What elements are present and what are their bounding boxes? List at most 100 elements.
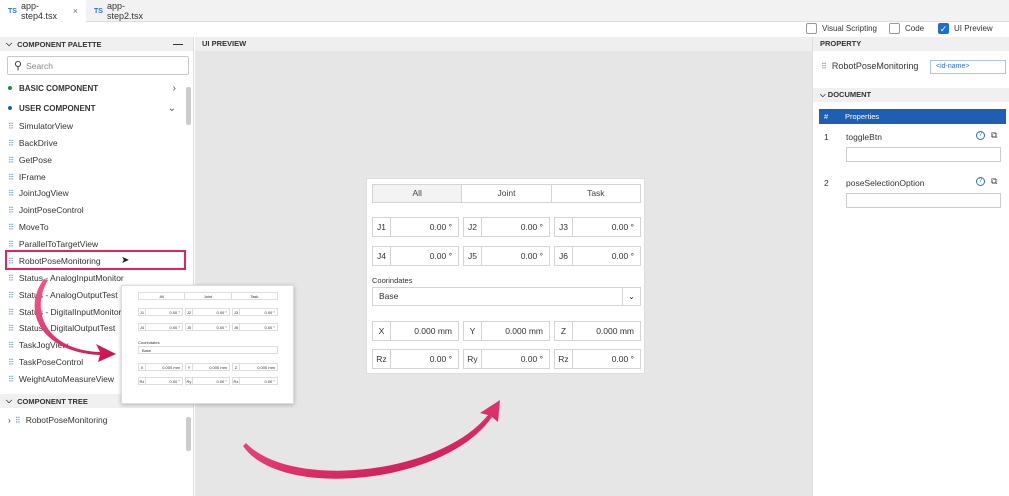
thumb-field-label: Ry <box>186 378 193 384</box>
drag-handle-icon[interactable]: ⠿ <box>8 274 14 283</box>
joint-field-j1[interactable]: J1 0.00 ° <box>372 217 459 237</box>
thumb-field-value: 0.000 mm <box>162 365 180 370</box>
ui-preview-label: UI Preview <box>954 24 993 33</box>
list-item[interactable]: ⠿ Status - AnalogOutputTest <box>8 287 118 303</box>
thumb-field: J6 0.00 ° <box>232 323 278 331</box>
drag-handle-icon[interactable]: ⠿ <box>8 206 14 215</box>
drag-handle-icon[interactable]: ⠿ <box>8 308 14 317</box>
thumb-field: J4 0.00 ° <box>138 323 183 331</box>
task-field-z[interactable]: Z 0.000 mm <box>554 321 641 341</box>
drag-handle-icon[interactable]: ⠿ <box>15 416 21 425</box>
thumb-field-value: 0.000 mm <box>257 365 275 370</box>
user-component-group[interactable]: USER COMPONENT ⌄ <box>0 99 185 117</box>
checkbox[interactable] <box>806 23 817 34</box>
thumb-field: Z 0.000 mm <box>232 363 278 371</box>
drag-handle-icon[interactable]: ⠿ <box>8 291 14 300</box>
task-field-x[interactable]: X 0.000 mm <box>372 321 459 341</box>
segment-task[interactable]: Task <box>552 185 640 202</box>
field-label: Y <box>464 322 482 340</box>
drag-handle-icon[interactable]: ⠿ <box>8 139 14 148</box>
list-item[interactable]: ⠿ Status - AnalogInputMonitor <box>8 270 124 286</box>
visual-scripting-toggle[interactable]: Visual Scripting <box>806 23 877 34</box>
ui-preview-canvas: UI PREVIEW All Joint Task J1 0.00 ° J2 0.0… <box>195 37 812 496</box>
close-icon[interactable]: × <box>73 6 78 16</box>
field-value: 0.00 ° <box>429 354 452 364</box>
task-field-y[interactable]: Y 0.000 mm <box>463 321 550 341</box>
collapse-icon[interactable]: — <box>173 39 183 50</box>
joint-field-j4[interactable]: J4 0.00 ° <box>372 246 459 266</box>
drag-handle-icon[interactable]: ⠿ <box>8 324 14 333</box>
list-item[interactable]: ⠿ WeightAutoMeasureView <box>8 371 114 387</box>
field-label: J2 <box>464 218 482 236</box>
list-item[interactable]: ⠿ JointPoseControl <box>8 202 84 218</box>
list-item[interactable]: ⠿ IFrame <box>8 169 46 185</box>
typescript-icon: TS <box>8 7 17 15</box>
coordinates-select[interactable]: Base ⌄ <box>372 287 641 306</box>
list-item[interactable]: ⠿ GetPose <box>8 152 52 168</box>
mouse-cursor-icon: ➤ <box>121 255 130 266</box>
checkbox-checked[interactable]: ✓ <box>938 23 949 34</box>
basic-component-group[interactable]: BASIC COMPONENT › <box>0 79 185 97</box>
id-name-input[interactable]: <id-name> <box>930 60 1006 74</box>
drag-handle-icon[interactable]: ⠿ <box>8 375 14 384</box>
component-name: ⠿ RobotPoseMonitoring <box>821 61 918 71</box>
help-icon[interactable]: ? <box>976 177 985 186</box>
task-field-rz[interactable]: Rz 0.00 ° <box>372 349 459 369</box>
drag-preview-thumbnail: All Joint Task J1 0.00 ° J2 0.00 ° J3 0.00 … <box>121 285 294 404</box>
drag-handle-icon[interactable]: ⠿ <box>8 173 14 182</box>
item-label: WeightAutoMeasureView <box>18 374 114 384</box>
copy-icon[interactable]: ⧉ <box>991 130 997 141</box>
field-value: 0.00 ° <box>429 222 452 232</box>
tab-app-step4[interactable]: TS app-step4.tsx × <box>0 0 86 22</box>
drag-handle-icon[interactable]: ⠿ <box>8 156 14 165</box>
document-header[interactable]: ⌵ DOCUMENT <box>813 88 1009 102</box>
drag-handle-icon[interactable]: ⠿ <box>8 122 14 131</box>
list-item[interactable]: ⠿ TaskPoseControl <box>8 354 83 370</box>
thumb-field: Ry 0.00 ° <box>185 377 230 385</box>
ui-preview-toggle[interactable]: ✓ UI Preview <box>938 23 993 34</box>
palette-scrollbar[interactable] <box>186 87 191 125</box>
code-toggle[interactable]: Code <box>889 23 924 34</box>
joint-field-j3[interactable]: J3 0.00 ° <box>554 217 641 237</box>
chevron-down-icon: ⌵ <box>6 396 13 405</box>
chevron-right-icon[interactable]: › <box>8 415 11 425</box>
checkbox[interactable] <box>889 23 900 34</box>
list-item[interactable]: ⠿ SimulatorView <box>8 118 73 134</box>
property-value-input[interactable] <box>846 147 1001 162</box>
list-item[interactable]: ⠿ JointJogView <box>8 185 69 201</box>
row-number: 1 <box>824 132 829 142</box>
list-item[interactable]: ⠿ TaskJogView <box>8 337 68 353</box>
segment-joint[interactable]: Joint <box>462 185 552 202</box>
tree-item-robot-pose-monitoring[interactable]: › ⠿ RobotPoseMonitoring <box>8 415 107 425</box>
help-icon[interactable]: ? <box>976 131 985 140</box>
thumb-segment: All <box>139 293 186 299</box>
tab-app-step2[interactable]: TS app-step2.tsx <box>86 0 166 22</box>
drag-handle-icon[interactable]: ⠿ <box>8 358 14 367</box>
list-item[interactable]: ⠿ BackDrive <box>8 135 58 151</box>
property-value-input[interactable] <box>846 193 1001 208</box>
document-title: DOCUMENT <box>827 90 872 99</box>
tree-scrollbar[interactable] <box>186 417 191 451</box>
task-field-ry[interactable]: Ry 0.00 ° <box>463 349 550 369</box>
task-field-rz-2[interactable]: Rz 0.00 ° <box>554 349 641 369</box>
list-item[interactable]: ⠿ Status - DigitalOutputTest <box>8 320 115 336</box>
field-label: J1 <box>373 218 391 236</box>
copy-icon[interactable]: ⧉ <box>991 176 997 187</box>
drag-handle-icon[interactable]: ⠿ <box>8 189 14 198</box>
thumb-field: J3 0.00 ° <box>232 308 278 316</box>
drag-handle-icon[interactable]: ⠿ <box>8 223 14 232</box>
chevron-down-icon[interactable]: ⌄ <box>622 288 640 305</box>
joint-field-j5[interactable]: J5 0.00 ° <box>463 246 550 266</box>
joint-field-j6[interactable]: J6 0.00 ° <box>554 246 641 266</box>
field-label: Rz <box>373 350 391 368</box>
palette-header[interactable]: ⌵ COMPONENT PALETTE — <box>0 37 193 51</box>
joint-field-j2[interactable]: J2 0.00 ° <box>463 217 550 237</box>
list-item[interactable]: ⠿ MoveTo <box>8 219 49 235</box>
drag-handle-icon[interactable]: ⠿ <box>8 341 14 350</box>
search-input[interactable]: ⚲ Search <box>7 56 189 75</box>
field-label: J6 <box>555 247 573 265</box>
segment-all[interactable]: All <box>373 185 463 202</box>
item-label: JointJogView <box>18 188 69 198</box>
drag-handle-icon[interactable]: ⠿ <box>8 240 14 249</box>
list-item[interactable]: ⠿ Status - DigitalInputMonitor <box>8 304 121 320</box>
